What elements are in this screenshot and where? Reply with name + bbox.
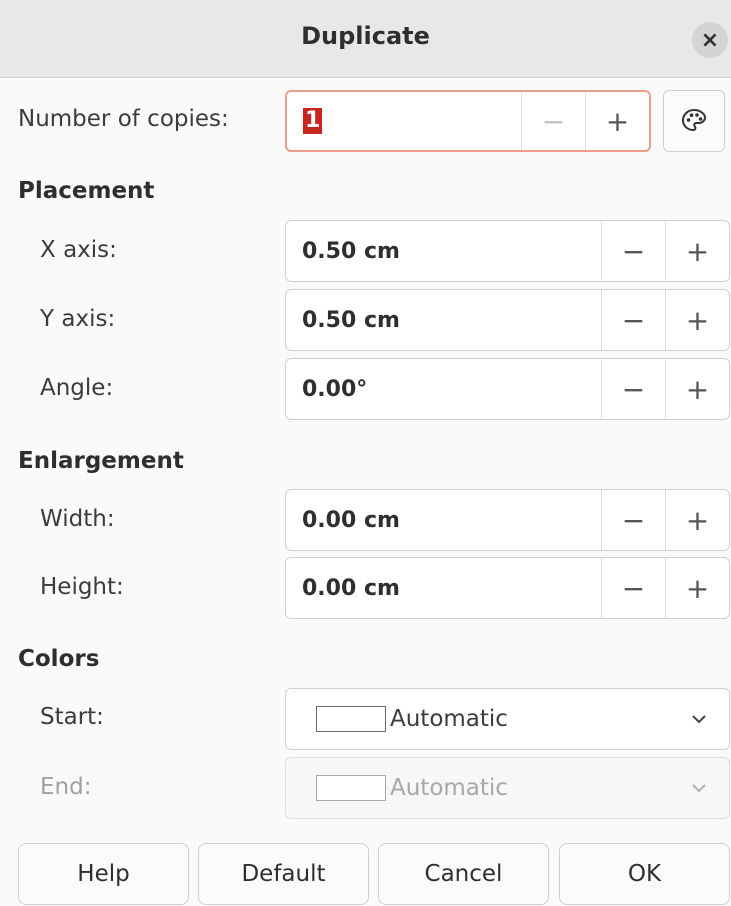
start-color-swatch — [316, 706, 386, 732]
duplicate-dialog: Duplicate × Number of copies: 1 − + Plac… — [0, 0, 731, 906]
end-color-value: Automatic — [390, 775, 508, 801]
x-axis-increment-button[interactable]: + — [665, 221, 729, 281]
width-input[interactable]: 0.00 cm — [286, 490, 601, 550]
width-decrement-button[interactable]: − — [601, 490, 665, 550]
angle-decrement-button[interactable]: − — [601, 359, 665, 419]
help-button[interactable]: Help — [18, 843, 189, 905]
start-color-label: Start: — [40, 704, 104, 730]
y-axis-input[interactable]: 0.50 cm — [286, 290, 601, 350]
x-axis-label: X axis: — [40, 237, 117, 263]
width-increment-button[interactable]: + — [665, 490, 729, 550]
height-stepper[interactable]: 0.00 cm − + — [285, 557, 730, 619]
close-button[interactable]: × — [692, 22, 728, 58]
cancel-button[interactable]: Cancel — [378, 843, 549, 905]
height-increment-button[interactable]: + — [665, 558, 729, 618]
copies-stepper[interactable]: 1 − + — [285, 90, 651, 152]
chevron-down-icon — [669, 713, 729, 725]
x-axis-input[interactable]: 0.50 cm — [286, 221, 601, 281]
angle-stepper[interactable]: 0.00° − + — [285, 358, 730, 420]
title-bar: Duplicate × — [0, 0, 731, 78]
angle-label: Angle: — [40, 375, 114, 401]
colors-heading: Colors — [18, 646, 100, 672]
y-axis-increment-button[interactable]: + — [665, 290, 729, 350]
close-icon: × — [700, 27, 720, 53]
angle-input[interactable]: 0.00° — [286, 359, 601, 419]
y-axis-decrement-button[interactable]: − — [601, 290, 665, 350]
y-axis-stepper[interactable]: 0.50 cm − + — [285, 289, 730, 351]
end-color-swatch — [316, 775, 386, 801]
width-label: Width: — [40, 506, 115, 532]
copies-input[interactable]: 1 — [287, 92, 521, 150]
height-label: Height: — [40, 574, 124, 600]
copies-value: 1 — [303, 108, 323, 134]
color-palette-button[interactable] — [663, 90, 725, 152]
end-color-label: End: — [40, 774, 92, 800]
copies-label: Number of copies: — [18, 106, 229, 132]
width-stepper[interactable]: 0.00 cm − + — [285, 489, 730, 551]
dialog-title: Duplicate — [301, 22, 430, 50]
start-color-value: Automatic — [390, 706, 508, 732]
placement-heading: Placement — [18, 178, 155, 204]
chevron-down-icon — [669, 782, 729, 794]
height-input[interactable]: 0.00 cm — [286, 558, 601, 618]
x-axis-stepper[interactable]: 0.50 cm − + — [285, 220, 730, 282]
default-button[interactable]: Default — [198, 843, 369, 905]
height-decrement-button[interactable]: − — [601, 558, 665, 618]
x-axis-decrement-button[interactable]: − — [601, 221, 665, 281]
end-color-dropdown[interactable]: Automatic — [285, 757, 730, 819]
y-axis-label: Y axis: — [40, 306, 116, 332]
start-color-dropdown[interactable]: Automatic — [285, 688, 730, 750]
ok-button[interactable]: OK — [559, 843, 730, 905]
copies-decrement-button[interactable]: − — [521, 92, 585, 150]
copies-increment-button[interactable]: + — [585, 92, 649, 150]
enlargement-heading: Enlargement — [18, 448, 184, 474]
palette-icon — [681, 108, 707, 132]
angle-increment-button[interactable]: + — [665, 359, 729, 419]
